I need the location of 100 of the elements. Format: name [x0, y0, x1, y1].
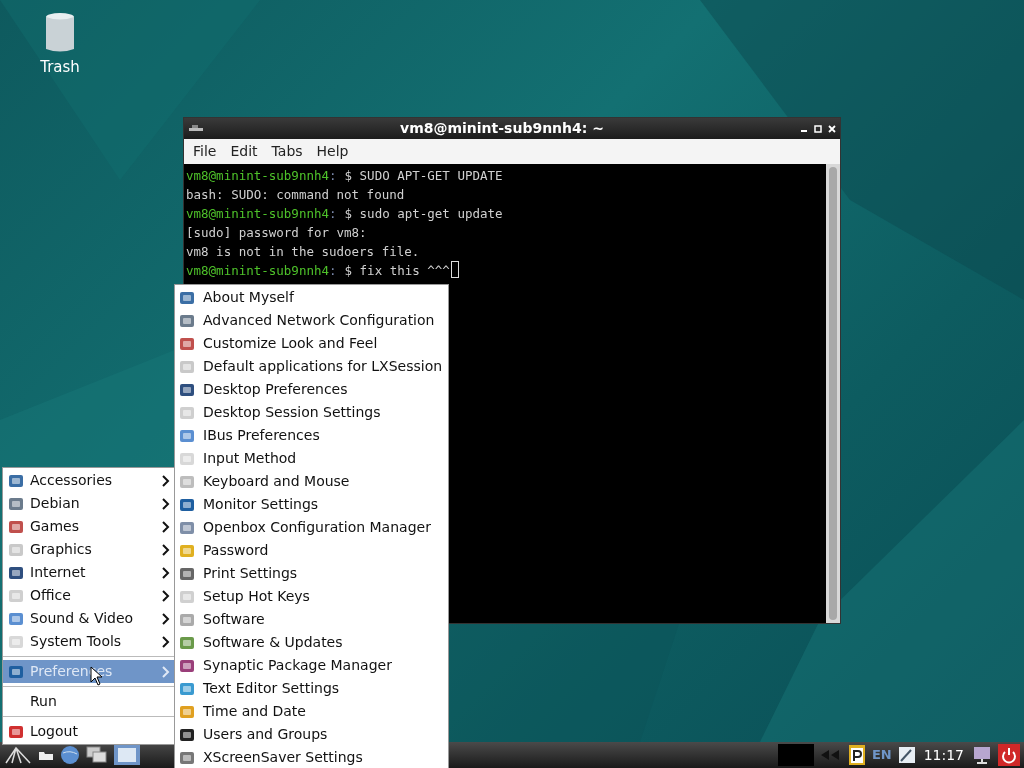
globe-icon[interactable]	[60, 745, 80, 765]
app-icon	[179, 519, 195, 536]
app-icon	[8, 518, 24, 535]
menu-item[interactable]: Time and Date	[175, 700, 448, 723]
chevron-right-icon	[162, 474, 170, 487]
chevron-right-icon	[162, 635, 170, 648]
command-text: $ SUDO APT-GET UPDATE	[344, 167, 503, 185]
menu-item[interactable]: Default applications for LXSession	[175, 355, 448, 378]
app-icon	[179, 496, 195, 513]
app-icon	[179, 358, 195, 375]
menu-item[interactable]: IBus Preferences	[175, 424, 448, 447]
app-icon	[179, 404, 195, 421]
menu-item[interactable]: Print Settings	[175, 562, 448, 585]
trash-can-icon[interactable]	[45, 12, 75, 54]
app-icon	[8, 541, 24, 558]
tray-area	[777, 744, 814, 766]
menu-item[interactable]: Accessories	[3, 469, 174, 492]
menu-item[interactable]: Customize Look and Feel	[175, 332, 448, 355]
close-icon[interactable]	[828, 124, 836, 133]
menu-item[interactable]: File	[186, 141, 224, 162]
maximize-icon[interactable]	[814, 124, 822, 133]
command-text: $ sudo apt-get update	[344, 205, 503, 223]
app-icon	[179, 542, 195, 559]
menu-item[interactable]: Office	[3, 584, 174, 607]
app-icon	[179, 726, 195, 743]
prompt-user: vm8@minint-sub9nnh4	[186, 262, 329, 280]
app-icon	[179, 588, 195, 605]
app-icon	[179, 450, 195, 467]
menu-item[interactable]: Monitor Settings	[175, 493, 448, 516]
start-menu-icon[interactable]	[4, 745, 32, 765]
network-icon[interactable]	[972, 745, 992, 765]
menu-item[interactable]: Sound & Video	[3, 607, 174, 630]
app-icon	[179, 473, 195, 490]
menu-item[interactable]: Advanced Network Configuration	[175, 309, 448, 332]
menu-item[interactable]: XScreenSaver Settings	[175, 746, 448, 768]
menu-item[interactable]: Setup Hot Keys	[175, 585, 448, 608]
menu-item[interactable]: System Tools	[3, 630, 174, 653]
app-icon	[179, 634, 195, 651]
pen-icon[interactable]	[897, 746, 916, 764]
menu-item[interactable]: Edit	[223, 141, 265, 162]
app-icon	[8, 587, 24, 604]
chevron-right-icon	[162, 612, 170, 625]
app-icon	[8, 723, 24, 740]
chevron-right-icon	[162, 520, 170, 533]
menu-item[interactable]: Password	[175, 539, 448, 562]
app-icon	[8, 610, 24, 627]
app-icon	[179, 289, 195, 306]
chevron-right-icon	[162, 566, 170, 579]
menu-item[interactable]: Desktop Session Settings	[175, 401, 448, 424]
menu-item[interactable]: About Myself	[175, 286, 448, 309]
menu-item[interactable]: Debian	[3, 492, 174, 515]
desktop-icon-label: Trash	[40, 57, 80, 78]
menu-item[interactable]: Input Method	[175, 447, 448, 470]
menu-item[interactable]: Run	[3, 690, 174, 713]
app-icon	[179, 565, 195, 582]
menu-item[interactable]: Games	[3, 515, 174, 538]
prompt-user: vm8@minint-sub9nnh4	[186, 205, 329, 223]
chevron-right-icon	[162, 543, 170, 556]
clock[interactable]: 11:17	[921, 744, 966, 766]
prompt-separator: :	[329, 262, 337, 280]
prompt-user: vm8@minint-sub9nnh4	[186, 167, 329, 185]
keyboard-layout[interactable]: EN	[871, 745, 892, 765]
menu-item[interactable]: Keyboard and Mouse	[175, 470, 448, 493]
power-icon[interactable]	[998, 744, 1020, 766]
app-icon	[179, 312, 195, 329]
windows-icon[interactable]	[86, 746, 108, 764]
menu-item[interactable]: Synaptic Package Manager	[175, 654, 448, 677]
menu-item[interactable]: Text Editor Settings	[175, 677, 448, 700]
menu-item[interactable]: Help	[309, 141, 356, 162]
menu-item[interactable]: Software & Updates	[175, 631, 448, 654]
menu-item[interactable]: Graphics	[3, 538, 174, 561]
menu-item[interactable]: Tabs	[264, 141, 310, 162]
output-line: [sudo] password for vm8:	[186, 224, 368, 242]
app-icon	[8, 663, 24, 680]
app-icon	[8, 472, 24, 489]
app-icon	[179, 703, 195, 720]
menu-item[interactable]: Logout	[3, 720, 174, 743]
output-line: vm8 is not in the sudoers file.	[186, 243, 421, 261]
chevron-right-icon	[162, 589, 170, 602]
menu-item[interactable]: Desktop Preferences	[175, 378, 448, 401]
app-icon	[8, 495, 24, 512]
chevron-right-icon	[162, 497, 170, 510]
menu-item[interactable]: Openbox Configuration Manager	[175, 516, 448, 539]
chevron-right-icon	[162, 665, 170, 678]
prompt-separator: :	[329, 205, 337, 223]
menu-item[interactable]: Users and Groups	[175, 723, 448, 746]
app-icon	[8, 633, 24, 650]
prompt-separator: :	[329, 167, 337, 185]
output-line: bash: SUDO: command not found	[186, 186, 406, 204]
app-icon	[179, 381, 195, 398]
menu-item[interactable]: Internet	[3, 561, 174, 584]
app-icon	[179, 657, 195, 674]
app-icon	[179, 680, 195, 697]
app-icon	[179, 611, 195, 628]
window-title: vm8@minint-sub9nnh4: ~	[399, 119, 605, 138]
app-icon	[179, 335, 195, 352]
command-text: $ fix this ^^^	[344, 262, 450, 280]
app-icon	[179, 427, 195, 444]
menu-item[interactable]: Software	[175, 608, 448, 631]
app-icon	[8, 564, 24, 581]
